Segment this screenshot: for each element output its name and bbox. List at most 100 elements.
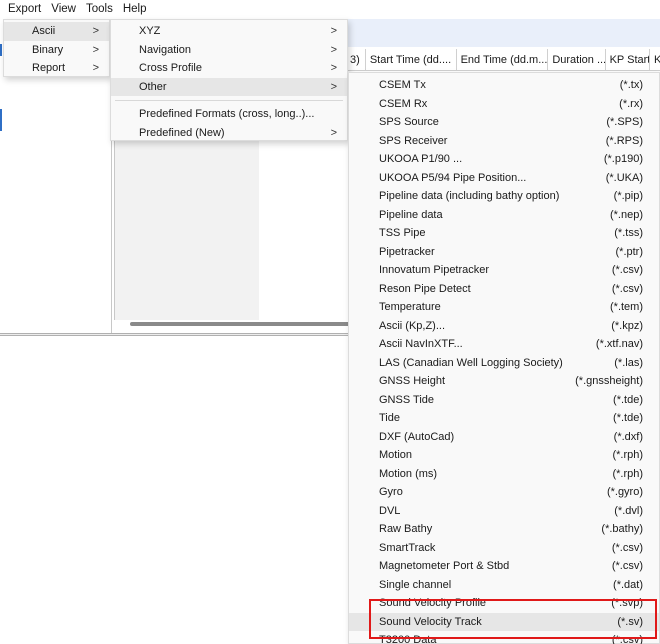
menu-item-navigation[interactable]: Navigation > (111, 41, 347, 60)
menu-item-extension: (*.tx) (619, 79, 643, 91)
menu-item-label: Reson Pipe Detect (379, 282, 471, 295)
menu-item-dvl[interactable]: DVL (*.dvl) (349, 502, 659, 521)
column-header[interactable]: K (650, 49, 660, 71)
menu-item-magnetometer-port-stbd[interactable]: Magnetometer Port & Stbd (*.csv) (349, 557, 659, 576)
menu-item-extension: (*.rph) (612, 449, 643, 461)
column-header-duration[interactable]: Duration ... (548, 49, 606, 71)
menu-item-cross-profile[interactable]: Cross Profile > (111, 59, 347, 78)
menu-item-label: Navigation (139, 43, 191, 56)
menu-item-tss-pipe[interactable]: TSS Pipe (*.tss) (349, 224, 659, 243)
menu-item-pipeline-data-including-bathy-option[interactable]: Pipeline data (including bathy option) (*… (349, 187, 659, 206)
menu-item-sps-receiver[interactable]: SPS Receiver (*.RPS) (349, 132, 659, 151)
menu-item-label: GNSS Height (379, 375, 446, 387)
menu-item-extension: (*.gyro) (606, 486, 643, 498)
horizontal-scrollbar[interactable] (130, 322, 352, 326)
menu-separator (115, 100, 343, 101)
menu-item-report[interactable]: Report > (4, 59, 109, 78)
menu-item-ascii[interactable]: Ascii > (4, 22, 109, 41)
column-header-end-time[interactable]: End Time (dd.m... (457, 49, 549, 71)
menu-item-extension: (*.tem) (610, 301, 643, 313)
menu-item-single-channel[interactable]: Single channel (*.dat) (349, 576, 659, 595)
menu-item-extension: (*.rph) (612, 467, 643, 480)
menu-item-extension: (*.SPS) (606, 116, 643, 128)
menu-help[interactable]: Help (118, 0, 152, 19)
menu-item-predefined-new[interactable]: Predefined (New) > (111, 124, 347, 143)
menu-item-ascii-kp-z[interactable]: Ascii (Kp,Z)... (*.kpz) (349, 317, 659, 336)
menu-item-dxf-autocad[interactable]: DXF (AutoCad) (*.dxf) (349, 428, 659, 447)
menu-item-ukooa-p1-90[interactable]: UKOOA P1/90 ... (*.p190) (349, 150, 659, 169)
menu-item-sps-source[interactable]: SPS Source (*.SPS) (349, 113, 659, 132)
menu-item-csem-rx[interactable]: CSEM Rx (*.rx) (349, 95, 659, 114)
menu-item-extension: (*.csv) (611, 282, 643, 295)
menu-item-extension: (*.dvl) (614, 504, 643, 517)
menu-item-innovatum-pipetracker[interactable]: Innovatum Pipetracker (*.csv) (349, 261, 659, 280)
column-header[interactable]: 3) (346, 49, 366, 71)
menu-item-motion[interactable]: Motion (*.rph) (349, 446, 659, 465)
menu-item-extension: (*.ptr) (615, 245, 644, 258)
menu-item-label: Magnetometer Port & Stbd (379, 560, 510, 572)
menu-item-label: UKOOA P1/90 ... (379, 153, 463, 165)
menu-item-binary[interactable]: Binary > (4, 41, 109, 60)
menu-item-label: Predefined Formats (cross, long..)... (139, 108, 315, 120)
menu-item-label: LAS (Canadian Well Logging Society) (379, 356, 563, 369)
highlight-box (369, 599, 657, 639)
menu-item-reson-pipe-detect[interactable]: Reson Pipe Detect (*.csv) (349, 280, 659, 299)
menu-item-temperature[interactable]: Temperature (*.tem) (349, 298, 659, 317)
menu-item-pipetracker[interactable]: Pipetracker (*.ptr) (349, 243, 659, 262)
menu-view[interactable]: View (46, 0, 81, 19)
menu-export[interactable]: Export (3, 0, 46, 19)
menu-item-label: Motion (379, 449, 413, 461)
menu-item-xyz[interactable]: XYZ > (111, 22, 347, 41)
menu-item-label: Ascii (32, 25, 56, 37)
menu-item-extension: (*.bathy) (601, 523, 643, 535)
menu-item-label: UKOOA P5/94 Pipe Position... (379, 171, 527, 184)
chevron-right-icon: > (92, 62, 99, 74)
menu-item-motion-ms[interactable]: Motion (ms) (*.rph) (349, 465, 659, 484)
menu-item-label: Predefined (New) (139, 126, 225, 139)
menu-item-label: Report (32, 62, 66, 74)
tree-selection-marker (0, 44, 2, 56)
menu-item-label: Temperature (379, 301, 441, 313)
menu-item-gnss-height[interactable]: GNSS Height (*.gnssheight) (349, 372, 659, 391)
menu-item-tide[interactable]: Tide (*.tde) (349, 409, 659, 428)
menu-item-label: Binary (32, 43, 64, 56)
menu-item-label: CSEM Tx (379, 79, 426, 91)
menu-item-csem-tx[interactable]: CSEM Tx (*.tx) (349, 76, 659, 95)
table-header: 3) Start Time (dd.... End Time (dd.m... … (346, 49, 660, 71)
menu-item-label: Pipeline data (379, 208, 443, 221)
column-header-kp-start[interactable]: KP Start (606, 49, 651, 71)
menu-item-other[interactable]: Other > (111, 77, 347, 96)
menu-item-smarttrack[interactable]: SmartTrack (*.csv) (349, 539, 659, 558)
menu-item-gnss-tide[interactable]: GNSS Tide (*.tde) (349, 391, 659, 410)
chevron-right-icon: > (330, 126, 337, 139)
menu-tools[interactable]: Tools (81, 0, 118, 19)
column-header-start-time[interactable]: Start Time (dd.... (366, 49, 457, 71)
pane-splitter[interactable] (0, 333, 352, 336)
menu-item-label: Raw Bathy (379, 523, 433, 535)
menu-item-extension: (*.csv) (611, 264, 643, 276)
chevron-right-icon: > (92, 25, 99, 37)
menu-item-raw-bathy[interactable]: Raw Bathy (*.bathy) (349, 520, 659, 539)
menu-item-label: GNSS Tide (379, 393, 435, 406)
menu-item-extension: (*.dxf) (613, 430, 643, 443)
menu-item-extension: (*.tde) (613, 412, 643, 424)
menu-item-label: Gyro (379, 486, 403, 498)
menu-item-las-canadian-well-logging-society[interactable]: LAS (Canadian Well Logging Society) (*.la… (349, 354, 659, 373)
menu-item-gyro[interactable]: Gyro (*.gyro) (349, 483, 659, 502)
chevron-right-icon: > (330, 62, 337, 74)
menu-item-extension: (*.pip) (613, 190, 643, 202)
chevron-right-icon: > (330, 80, 337, 93)
menu-item-ukooa-p5-94-pipe-position[interactable]: UKOOA P5/94 Pipe Position... (*.UKA) (349, 169, 659, 188)
menu-item-extension: (*.csv) (611, 560, 643, 572)
menu-item-pipeline-data[interactable]: Pipeline data (*.nep) (349, 206, 659, 225)
menu-item-extension: (*.gnssheight) (575, 375, 643, 387)
menu-item-label: XYZ (139, 25, 161, 37)
menu-item-ascii-navinxtf[interactable]: Ascii NavInXTF... (*.xtf.nav) (349, 335, 659, 354)
menu-item-extension: (*.dat) (613, 578, 643, 591)
menu-item-label: Pipetracker (379, 245, 435, 258)
menu-item-label: Cross Profile (139, 62, 202, 74)
menu-item-extension: (*.tde) (613, 393, 643, 406)
menu-item-predefined-formats[interactable]: Predefined Formats (cross, long..)... (111, 105, 347, 124)
menu-item-label: Single channel (379, 578, 452, 591)
menu-item-extension: (*.rx) (619, 97, 643, 110)
